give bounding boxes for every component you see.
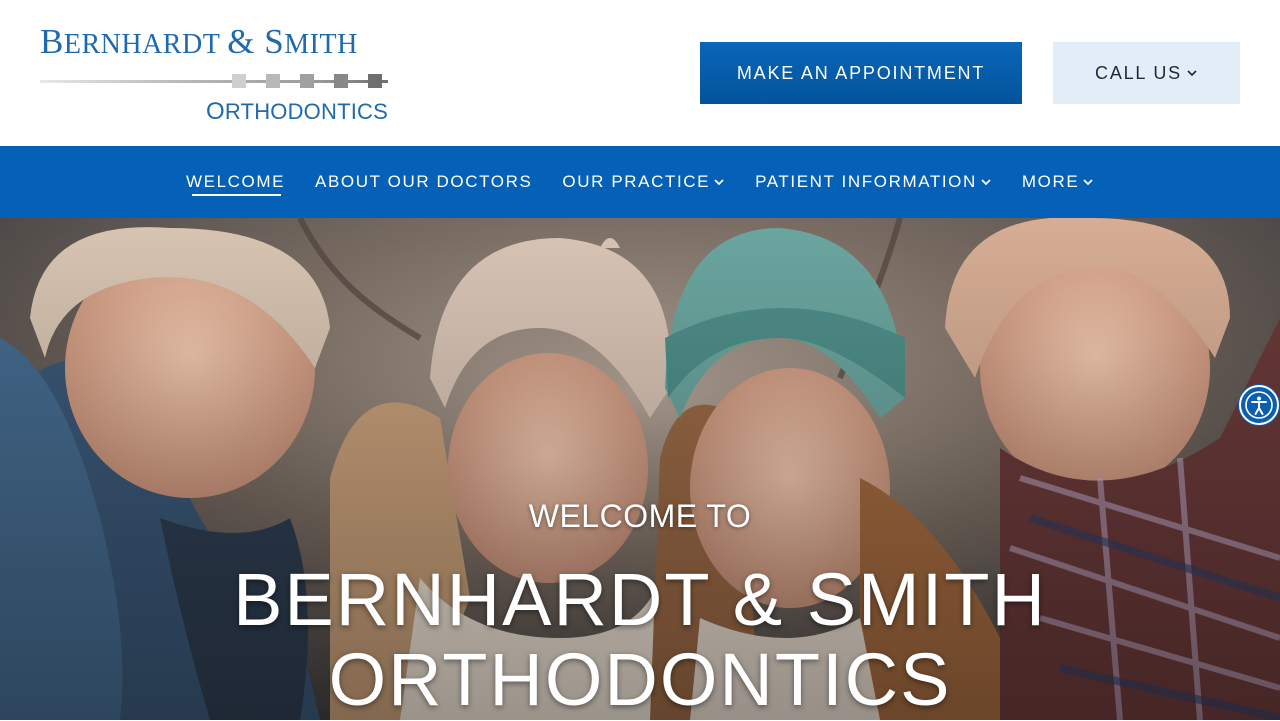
call-us-button[interactable]: CALL US [1053,42,1240,104]
hero-title-line-2: ORTHODONTICS [328,638,952,721]
make-appointment-button[interactable]: MAKE AN APPOINTMENT [700,42,1022,104]
chevron-down-icon [1083,179,1093,186]
practice-logo[interactable]: BERNHARDT & SMITH ORTHODONTICS [38,22,390,126]
logo-square [334,74,348,88]
nav-item-about-our-doctors[interactable]: ABOUT OUR DOCTORS [315,146,532,218]
nav-item-label: MORE [1021,172,1080,191]
nav-item-label: ABOUT OUR DOCTORS [315,172,533,191]
accessibility-icon [1245,391,1273,419]
nav-item-label: OUR PRACTICE [562,172,711,191]
logo-square [266,74,280,88]
logo-square [232,74,246,88]
hero-title-line-1: BERNHARDT & SMITH [233,558,1047,641]
nav-item-welcome[interactable]: WELCOME [186,146,285,218]
chevron-down-icon [981,179,991,186]
logo-square [300,74,314,88]
site-header: BERNHARDT & SMITH ORTHODONTICS MAKE AN A… [0,0,1280,146]
nav-item-patient-information[interactable]: PATIENT INFORMATION [755,146,992,218]
logo-square [368,74,382,88]
make-appointment-label: MAKE AN APPOINTMENT [736,62,986,83]
logo-wordmark: BERNHARDT & SMITH [40,22,358,61]
chevron-down-icon [714,179,724,186]
hero-title: BERNHARDT & SMITH ORTHODONTICS [0,560,1280,720]
nav-item-our-practice[interactable]: OUR PRACTICE [562,146,725,218]
main-navigation: WELCOME ABOUT OUR DOCTORS OUR PRACTICE P… [0,146,1280,218]
accessibility-button[interactable] [1239,385,1279,425]
nav-item-label: WELCOME [186,172,286,191]
nav-item-more[interactable]: MORE [1022,146,1094,218]
call-us-label: CALL US [1095,62,1182,83]
chevron-down-icon [1187,70,1197,77]
logo-subtitle: ORTHODONTICS [205,98,388,125]
nav-item-label: PATIENT INFORMATION [755,172,977,191]
hero-subtitle: WELCOME TO [528,498,752,534]
